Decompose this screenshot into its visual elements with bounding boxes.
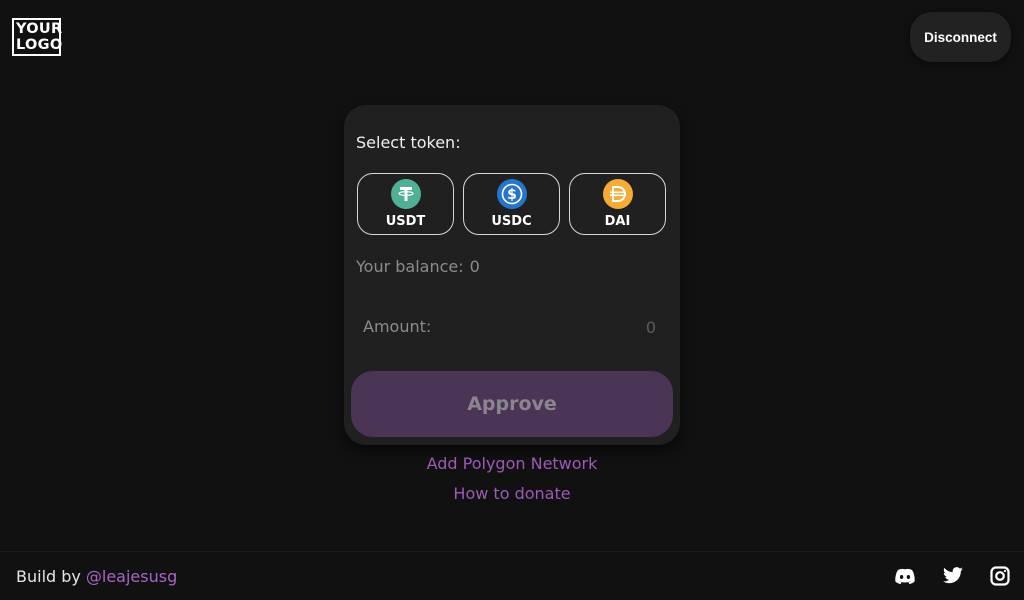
instagram-icon[interactable] <box>988 564 1012 588</box>
discord-icon[interactable] <box>893 564 917 588</box>
token-button-usdt[interactable]: USDT <box>357 173 454 235</box>
disconnect-button[interactable]: Disconnect <box>910 12 1011 62</box>
token-button-usdc[interactable]: $ USDC <box>463 173 560 235</box>
token-label-dai: DAI <box>604 214 631 229</box>
dai-icon <box>602 179 633 209</box>
logo[interactable]: YOUR LOGO <box>12 18 63 56</box>
svg-text:$: $ <box>507 187 517 203</box>
balance-display: Your balance: 0 <box>356 257 480 276</box>
token-button-dai[interactable]: DAI <box>569 173 666 235</box>
app-page: YOUR LOGO Disconnect Select token: USDT <box>0 0 1024 600</box>
logo-line-2: LOGO <box>16 37 63 53</box>
usdc-icon: $ <box>496 179 527 209</box>
token-selector: USDT $ USDC DAI <box>357 173 667 237</box>
build-prefix: Build by <box>16 567 81 586</box>
token-label-usdc: USDC <box>491 214 532 229</box>
logo-line-1: YOUR <box>16 21 63 37</box>
twitter-icon[interactable] <box>941 564 965 588</box>
how-to-donate-link[interactable]: How to donate <box>453 484 570 503</box>
footer: Build by @leajesusg <box>0 551 1024 600</box>
donate-card: Select token: USDT $ USDC DAI Your balan… <box>344 105 680 445</box>
select-token-label: Select token: <box>356 133 461 152</box>
approve-button[interactable]: Approve <box>351 371 673 437</box>
balance-value: 0 <box>469 257 480 276</box>
build-credit: Build by @leajesusg <box>16 567 177 586</box>
author-handle-link[interactable]: @leajesusg <box>86 567 177 586</box>
tether-icon <box>390 179 421 209</box>
amount-row: Amount: <box>356 303 668 347</box>
amount-label: Amount: <box>363 317 432 336</box>
balance-label: Your balance: <box>356 257 464 276</box>
amount-input[interactable] <box>534 315 658 339</box>
add-polygon-network-link[interactable]: Add Polygon Network <box>427 454 598 473</box>
token-label-usdt: USDT <box>385 214 426 229</box>
how-to-donate-row: How to donate <box>0 484 1024 503</box>
add-network-row: Add Polygon Network <box>0 454 1024 473</box>
